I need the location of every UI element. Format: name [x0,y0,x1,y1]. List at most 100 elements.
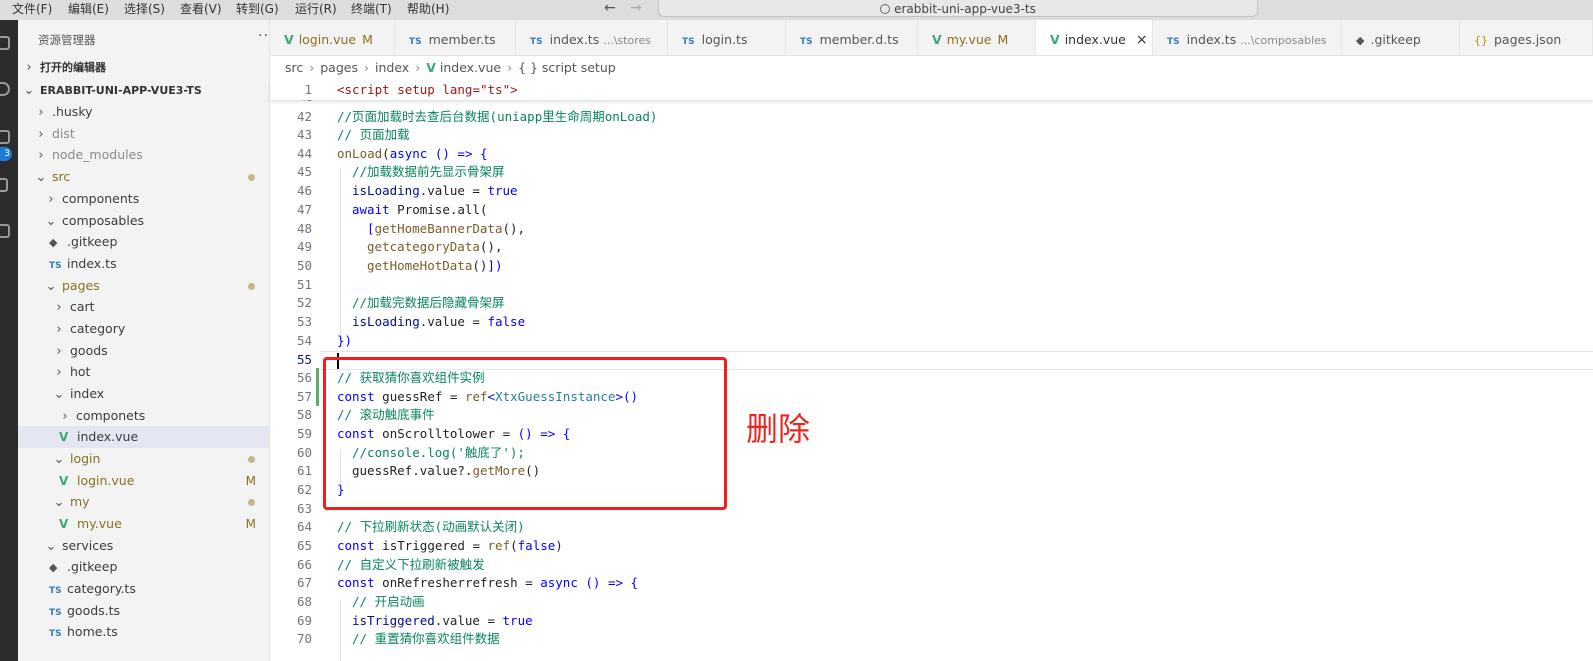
tree-folder-components[interactable]: › components [18,188,269,210]
line-number: 52 [296,295,312,310]
tree-file-category-ts[interactable]: TS category.ts [18,578,269,600]
tree-folder-login[interactable]: ⌄ login [18,448,269,470]
ts-file-icon: TS [1167,37,1180,47]
code-line: isLoading.value = true [352,183,518,198]
tree-file-gitkeep-services[interactable]: ◆ .gitkeep [18,556,269,578]
chevron-right-icon: › [56,344,62,359]
tree-folder-src[interactable]: ⌄ src [18,166,269,188]
menu-help[interactable]: 帮助(H) [407,2,449,17]
modified-badge: M [362,32,373,47]
tab-index-ts-composables[interactable]: TS index.ts ...\composables [1153,20,1342,55]
chevron-right-icon: › [309,60,315,75]
tree-file-index-vue[interactable]: V index.vue [18,426,269,448]
explorer-icon[interactable] [0,36,10,50]
tree-folder-index[interactable]: ⌄ index [18,383,269,405]
vue-file-icon: V [1050,32,1060,47]
modified-dot-icon [248,456,255,463]
modified-dot-icon [248,174,255,181]
tab-member-ts[interactable]: TS member.ts [395,20,516,55]
line-number: 57 [296,389,312,404]
tab-gitkeep[interactable]: ◆ .gitkeep [1342,20,1460,55]
tree-file-login-vue[interactable]: V login.vue M [18,470,269,492]
menu-select[interactable]: 选择(S) [124,2,165,17]
forward-arrow-icon[interactable]: → [630,0,642,16]
code-line: //页面加载时去查后台数据(uniapp里生命周期onLoad) [337,109,658,124]
chevron-right-icon: › [56,322,62,337]
tree-file-goods-ts[interactable]: TS goods.ts [18,600,269,622]
menu-run[interactable]: 运行(R) [295,2,337,17]
project-root[interactable]: ⌄ ERABBIT-UNI-APP-VUE3-TS [18,79,269,101]
more-actions-icon[interactable]: ··· [258,28,269,44]
tab-login-ts[interactable]: TS login.ts [668,20,786,55]
line-number: 61 [296,463,312,478]
tree-folder-my[interactable]: ⌄ my [18,491,269,513]
close-icon[interactable]: × [1136,32,1148,48]
sticky-scroll-header[interactable]: 1 <script setup lang="ts"> [270,80,1593,100]
tree-file-my-vue[interactable]: V my.vue M [18,513,269,535]
breadcrumb-index[interactable]: index [375,60,409,75]
menu-file[interactable]: 文件(F) [12,2,52,17]
code-line: await Promise.all( [352,202,488,217]
tree-folder-category[interactable]: › category [18,318,269,340]
tree-folder-goods[interactable]: › goods [18,340,269,362]
tree-folder-husky[interactable]: › .husky [18,101,269,123]
code-line: [getHomeBannerData(), [367,221,526,236]
tab-index-vue[interactable]: Vindex.vue × [1036,20,1153,55]
line-number: 48 [296,221,312,236]
breadcrumb-src[interactable]: src [285,60,303,75]
tree-folder-hot[interactable]: › hot [18,361,269,383]
tree-folder-composables[interactable]: ⌄ composables [18,210,269,232]
tree-file-gitkeep[interactable]: ◆ .gitkeep [18,231,269,253]
code-line: // 下拉刷新状态(动画默认关闭) [337,519,525,534]
command-center[interactable]: erabbit-uni-app-vue3-ts [658,0,1258,17]
vue-file-icon: V [59,474,69,488]
line-number: 62 [296,482,312,497]
menu-view[interactable]: 查看(V) [180,2,222,17]
tab-index-ts-stores[interactable]: TS index.ts ...\stores [516,20,668,55]
code-line: onLoad(async () => { [337,146,488,161]
line-number: 58 [296,407,312,422]
tree-folder-services[interactable]: ⌄ services [18,535,269,557]
breadcrumb-symbol[interactable]: { } script setup [518,60,616,75]
extensions-icon[interactable] [0,224,10,238]
tab-my-vue[interactable]: Vmy.vue M [918,20,1036,55]
menu-terminal[interactable]: 终端(T) [351,2,392,17]
tree-file-index-ts[interactable]: TS index.ts [18,253,269,275]
menu-edit[interactable]: 编辑(E) [68,2,109,17]
gitkeep-file-icon: ◆ [49,236,58,249]
breadcrumb-file[interactable]: index.vue [440,60,501,75]
menu-bar: 文件(F) 编辑(E) 选择(S) 查看(V) 转到(G) 运行(R) 终端(T… [0,0,1593,20]
menu-goto[interactable]: 转到(G) [236,2,279,17]
tab-pages-json[interactable]: {} pages.json [1460,20,1593,55]
tree-folder-pages[interactable]: ⌄ pages [18,275,269,297]
explorer-title: 资源管理器 [38,33,96,47]
code-line: //加载数据前先显示骨架屏 [352,164,505,179]
breadcrumb-pages[interactable]: pages [320,60,358,75]
tree-folder-cart[interactable]: › cart [18,296,269,318]
tree-folder-componets[interactable]: › componets [18,405,269,427]
tab-member-d-ts[interactable]: TS member.d.ts [786,20,918,55]
tab-login-vue[interactable]: Vlogin.vue M [270,20,395,55]
back-arrow-icon[interactable]: ← [604,0,616,16]
tree-folder-dist[interactable]: › dist [18,123,269,145]
code-line: }) [337,333,353,348]
line-number: 54 [296,333,312,348]
source-control-badge: 3 [0,147,12,161]
code-line: <script setup lang="ts"> [337,82,518,97]
open-editors-section[interactable]: › 打开的编辑器 [18,56,269,78]
code-line: // 开启动画 [352,594,425,609]
tree-folder-node-modules[interactable]: › node_modules [18,144,269,166]
line-number: 53 [296,314,312,329]
line-number: 49 [296,239,312,254]
code-line: // 重置猜你喜欢组件数据 [352,631,500,646]
code-line: isTriggered.value = true [352,613,533,628]
chevron-right-icon: › [507,60,513,75]
tree-file-home-ts[interactable]: TS home.ts [18,621,269,643]
source-control-icon[interactable] [0,130,10,144]
search-icon[interactable] [0,82,10,96]
run-debug-icon[interactable] [0,178,8,192]
line-number: 60 [296,445,312,460]
indent-guide [340,600,341,661]
gitkeep-file-icon: ◆ [1356,34,1365,47]
chevron-right-icon: › [62,409,68,424]
